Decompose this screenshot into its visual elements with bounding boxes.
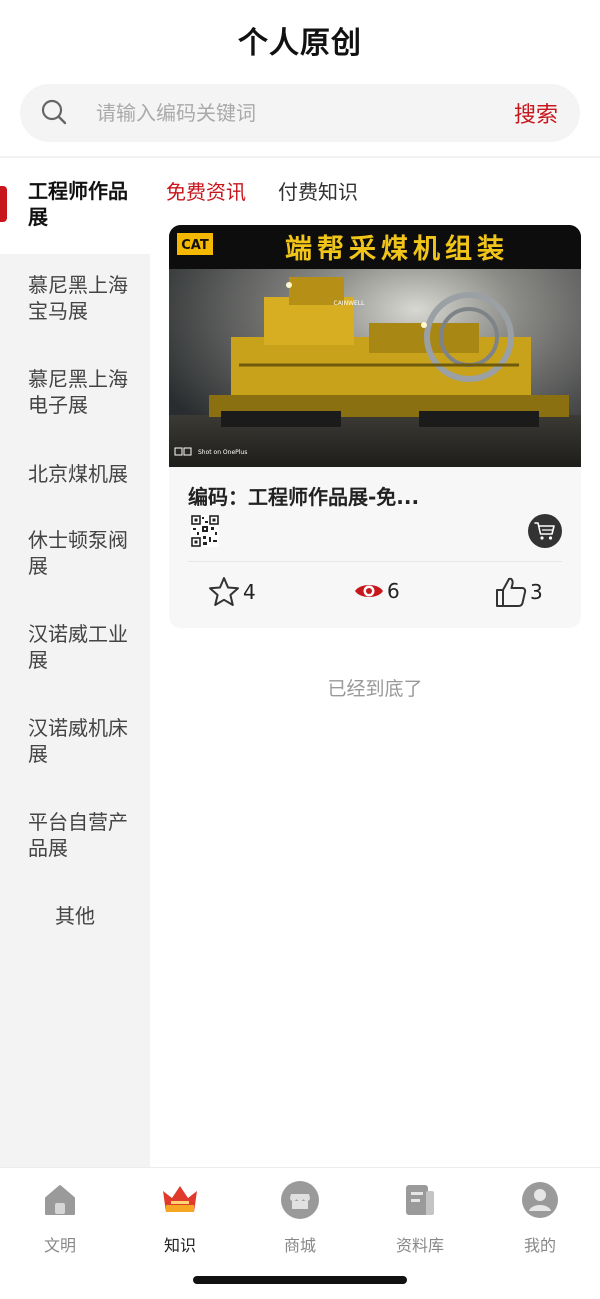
card-divider <box>188 561 562 562</box>
list-end-text: 已经到底了 <box>327 678 423 700</box>
active-marker <box>0 186 7 222</box>
sidebar-item-label: 工程师作品展 <box>28 179 128 229</box>
sidebar-item-other[interactable]: 其他 <box>0 903 150 929</box>
star-icon <box>209 577 239 606</box>
sidebar-item-hannover-industrial[interactable]: 汉诺威工业展 <box>0 621 150 673</box>
search-input[interactable] <box>96 101 514 125</box>
sidebar-item-label: 汉诺威机床展 <box>28 716 128 766</box>
tabbar-item-culture[interactable]: 文明 <box>0 1180 120 1256</box>
category-sidebar: 工程师作品展 慕尼黑上海宝马展 慕尼黑上海电子展 北京煤机展 休士顿泵阀展 汉诺… <box>0 158 150 1168</box>
content-tabs: 免费资讯 付费知识 <box>166 176 390 205</box>
tabbar-item-mine[interactable]: 我的 <box>480 1180 600 1256</box>
tab-paid-knowledge[interactable]: 付费知识 <box>278 176 358 205</box>
tabbar-label: 文明 <box>43 1236 76 1255</box>
banner-text: 端帮采煤机组装 <box>285 233 509 265</box>
sidebar-item-label: 汉诺威工业展 <box>28 622 128 672</box>
tabbar-label: 我的 <box>523 1236 556 1255</box>
search-bar[interactable]: 搜索 <box>20 84 580 142</box>
home-indicator[interactable] <box>193 1276 407 1284</box>
sidebar-item-label: 平台自营产品展 <box>28 810 128 860</box>
sidebar-item-munich-bmw[interactable]: 慕尼黑上海宝马展 <box>0 272 150 324</box>
sidebar-item-label: 休士顿泵阀展 <box>28 528 128 578</box>
favorite-count: 4 <box>243 580 256 604</box>
views-stat: 6 <box>353 575 400 607</box>
tabbar-item-library[interactable]: 资料库 <box>360 1180 480 1256</box>
tab-free-info[interactable]: 免费资讯 <box>166 176 246 205</box>
cart-button[interactable] <box>528 514 562 548</box>
qr-code-icon <box>191 515 219 547</box>
sidebar-item-engineer-works[interactable]: 工程师作品展 <box>0 158 150 254</box>
shop-icon <box>280 1180 320 1220</box>
sidebar-item-self-operated[interactable]: 平台自营产品展 <box>0 809 150 861</box>
tabbar-item-knowledge[interactable]: 知识 <box>120 1180 240 1256</box>
sidebar-item-munich-electronica[interactable]: 慕尼黑上海电子展 <box>0 366 150 418</box>
sidebar-item-houston-pump[interactable]: 休士顿泵阀展 <box>0 527 150 579</box>
search-button[interactable]: 搜索 <box>514 97 558 129</box>
cat-logo-text: CAT <box>181 238 209 253</box>
tabbar-item-mall[interactable]: 商城 <box>240 1180 360 1256</box>
library-icon <box>400 1180 440 1220</box>
article-thumbnail[interactable]: CAT 端帮采煤机组装 CAINWELL Shot on OnePlus <box>169 225 581 467</box>
machine-label-text: CAINWELL <box>334 300 366 307</box>
sidebar-item-beijing-coal[interactable]: 北京煤机展 <box>0 461 150 487</box>
views-count: 6 <box>387 579 400 603</box>
sidebar-item-label: 慕尼黑上海宝马展 <box>28 273 128 323</box>
article-card[interactable]: CAT 端帮采煤机组装 CAINWELL Shot on OnePlus 编码：… <box>169 225 581 628</box>
cart-icon <box>534 522 555 540</box>
favorite-stat[interactable]: 4 <box>207 575 256 609</box>
tabbar-label: 商城 <box>283 1236 316 1255</box>
eye-icon <box>355 585 383 597</box>
card-stats: 4 6 3 <box>169 575 581 615</box>
page-header: 个人原创 <box>0 0 600 80</box>
like-count: 3 <box>530 580 543 604</box>
thumbs-up-icon <box>496 577 527 607</box>
tabbar-label: 知识 <box>163 1236 196 1255</box>
crown-icon <box>160 1180 200 1220</box>
tabbar-label: 资料库 <box>395 1236 444 1255</box>
home-icon <box>40 1180 80 1220</box>
article-title[interactable]: 编码：工程师作品展-免... <box>188 481 568 510</box>
profile-icon <box>520 1180 560 1220</box>
search-icon <box>40 98 70 128</box>
sidebar-item-label: 慕尼黑上海电子展 <box>28 367 128 417</box>
page-title: 个人原创 <box>238 26 362 61</box>
sidebar-item-hannover-machine-tool[interactable]: 汉诺威机床展 <box>0 715 150 767</box>
watermark-text: Shot on OnePlus <box>198 449 247 456</box>
sidebar-item-label: 北京煤机展 <box>28 462 128 486</box>
sidebar-item-label: 其他 <box>55 904 95 928</box>
like-stat[interactable]: 3 <box>494 575 543 609</box>
